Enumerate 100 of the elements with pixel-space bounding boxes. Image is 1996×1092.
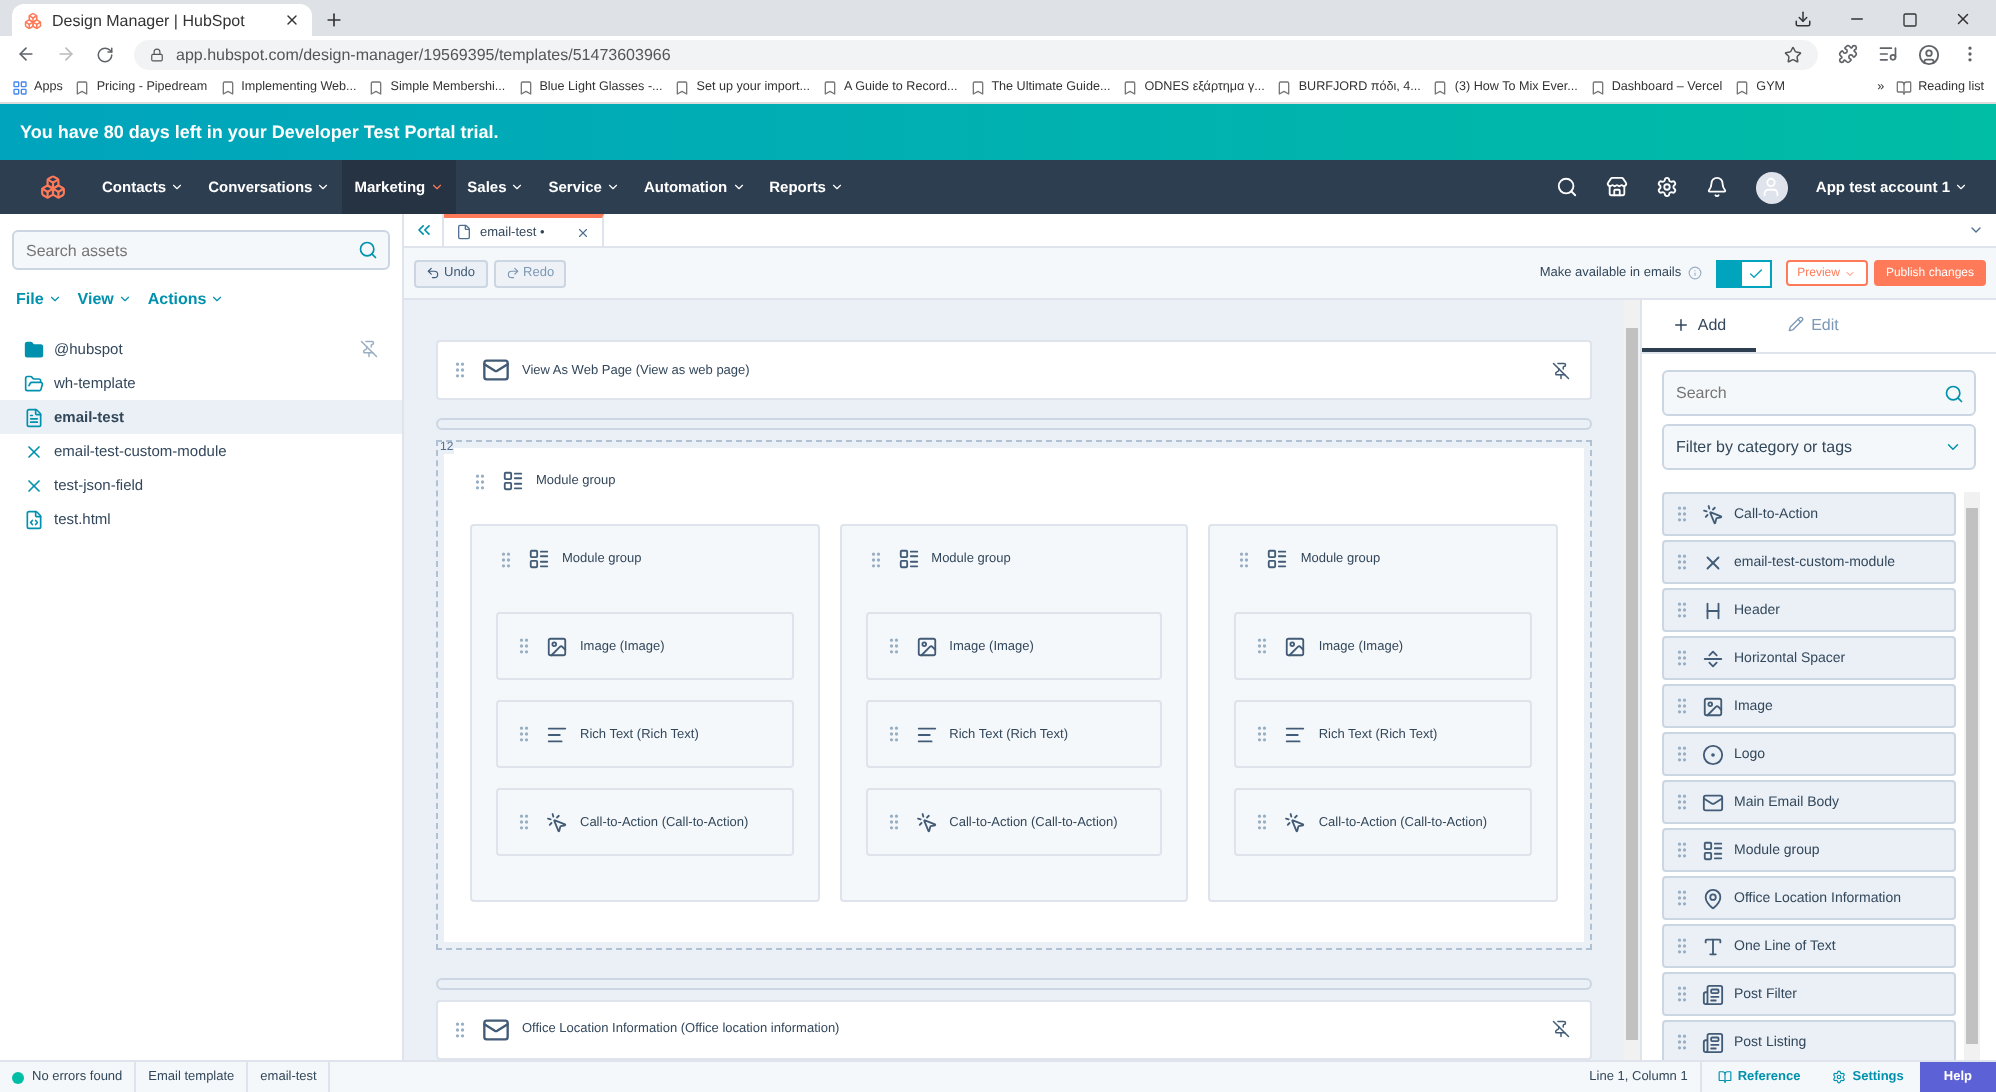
reload-icon[interactable] — [96, 45, 114, 63]
bookmark-icon — [517, 79, 534, 95]
cross-icon — [24, 475, 44, 495]
toggle-switch[interactable] — [1715, 259, 1772, 287]
caret-icon — [47, 292, 62, 306]
profile-icon[interactable] — [1918, 43, 1940, 65]
browser-tab[interactable]: Design Manager | HubSpot — [12, 4, 312, 36]
bookmark-star-icon[interactable] — [1784, 45, 1802, 63]
text-icon — [1702, 935, 1724, 957]
dropdown-icon[interactable] — [1968, 222, 1984, 238]
drag-handle-icon[interactable] — [470, 471, 490, 491]
drag-handle-icon[interactable] — [1672, 1032, 1692, 1052]
drag-handle-icon[interactable] — [1672, 984, 1692, 1004]
envelope-icon — [482, 1015, 510, 1044]
pencil-icon — [1787, 316, 1804, 332]
caret-icon — [170, 180, 185, 194]
caret-icon — [117, 292, 132, 306]
newspaper-icon — [1702, 983, 1724, 1005]
image-icon — [1702, 695, 1724, 717]
drag-handle-icon[interactable] — [514, 724, 534, 744]
file-icon — [456, 224, 472, 240]
map-pin-icon — [1702, 887, 1724, 909]
trial-banner: You have 80 days left in your Developer Test Portal trial. — [0, 104, 1996, 160]
caret-icon — [731, 180, 746, 194]
unpin-icon[interactable] — [1552, 361, 1570, 380]
cursor-click-icon — [1284, 811, 1307, 833]
drag-handle-icon[interactable] — [514, 812, 534, 832]
bookmark-icon — [1734, 79, 1751, 95]
drag-handle-icon[interactable] — [1672, 888, 1692, 908]
notifications-icon[interactable] — [1705, 176, 1728, 198]
double-chevron-icon — [413, 220, 433, 240]
search-field[interactable]: Search assets — [12, 230, 390, 270]
check-icon — [1747, 265, 1764, 281]
settings-icon — [1832, 1070, 1847, 1084]
marketplace-icon[interactable] — [1605, 176, 1628, 198]
forward-icon[interactable] — [56, 44, 76, 64]
cross-icon — [1702, 551, 1724, 573]
search-icon[interactable] — [1555, 176, 1578, 198]
drag-handle-icon[interactable] — [1672, 744, 1692, 764]
undo-icon — [426, 266, 440, 280]
file-icon — [24, 407, 44, 427]
url-text: app.hubspot.com/design-manager/19569395/templates/51473603966 — [176, 45, 671, 63]
bookmark-icon — [969, 79, 986, 95]
cursor-click-icon — [546, 811, 568, 833]
module-group-icon — [502, 470, 524, 492]
search-icon — [358, 240, 378, 260]
unpin-icon[interactable] — [1552, 1020, 1570, 1039]
bookmark-icon — [219, 79, 236, 95]
close-icon[interactable] — [1954, 10, 1972, 28]
maximize-icon[interactable] — [1902, 11, 1918, 27]
bookmark-icon — [1589, 79, 1606, 95]
cursor-click-icon — [1702, 503, 1724, 525]
bookmark-icon — [674, 79, 691, 95]
caret-icon — [1954, 180, 1968, 194]
redo-icon — [505, 266, 520, 280]
bookmark-icon — [1432, 79, 1449, 95]
drag-handle-icon[interactable] — [1672, 840, 1692, 860]
media-icon[interactable] — [1878, 44, 1898, 64]
settings-icon[interactable] — [1655, 176, 1678, 198]
info-icon — [1687, 266, 1702, 280]
drag-handle-icon[interactable] — [1672, 936, 1692, 956]
apps-grid-icon — [12, 79, 28, 95]
panel-tab[interactable]: Add — [1642, 300, 1756, 352]
book-icon — [1717, 1070, 1732, 1084]
menu-link[interactable]: File — [16, 290, 62, 308]
caret-icon — [1944, 438, 1962, 456]
envelope-icon — [1702, 791, 1724, 813]
bookmark-icon — [368, 79, 385, 95]
bookmark-icon — [1276, 79, 1293, 95]
caret-icon — [829, 180, 844, 194]
menu-link[interactable]: Actions — [147, 290, 225, 308]
tab-title: Design Manager | HubSpot — [52, 11, 245, 29]
address-bar[interactable]: app.hubspot.com/design-manager/19569395/templates/51473603966 — [134, 39, 1818, 69]
drag-handle-icon[interactable] — [1672, 600, 1692, 620]
menu-link[interactable]: View — [77, 290, 132, 308]
drag-handle-icon[interactable] — [450, 1019, 470, 1040]
lock-icon — [150, 47, 164, 61]
search-field[interactable]: Search — [1662, 370, 1976, 416]
code-file-icon — [24, 509, 44, 529]
circle-icon — [1702, 743, 1724, 765]
filter-select[interactable]: Filter by category or tags — [1662, 424, 1976, 470]
module-group-icon — [528, 548, 550, 570]
module-group-icon — [1702, 839, 1724, 861]
extensions-icon[interactable] — [1838, 44, 1858, 64]
download-icon[interactable] — [1794, 10, 1812, 28]
new-tab-icon[interactable] — [324, 10, 344, 30]
drag-handle-icon[interactable] — [1672, 696, 1692, 716]
drag-handle-icon[interactable] — [1672, 792, 1692, 812]
caret-icon — [316, 180, 331, 194]
heading-icon — [1702, 599, 1724, 621]
drag-handle-icon[interactable] — [514, 636, 534, 656]
drag-handle-icon[interactable] — [450, 360, 470, 381]
drag-handle-icon[interactable] — [1672, 648, 1692, 668]
caret-icon — [605, 180, 620, 194]
drag-handle-icon[interactable] — [1672, 552, 1692, 572]
close-icon[interactable] — [284, 12, 300, 28]
drag-handle-icon[interactable] — [1672, 504, 1692, 524]
caret-icon — [510, 180, 525, 194]
drag-handle-icon[interactable] — [496, 549, 516, 569]
back-icon[interactable] — [16, 44, 36, 64]
